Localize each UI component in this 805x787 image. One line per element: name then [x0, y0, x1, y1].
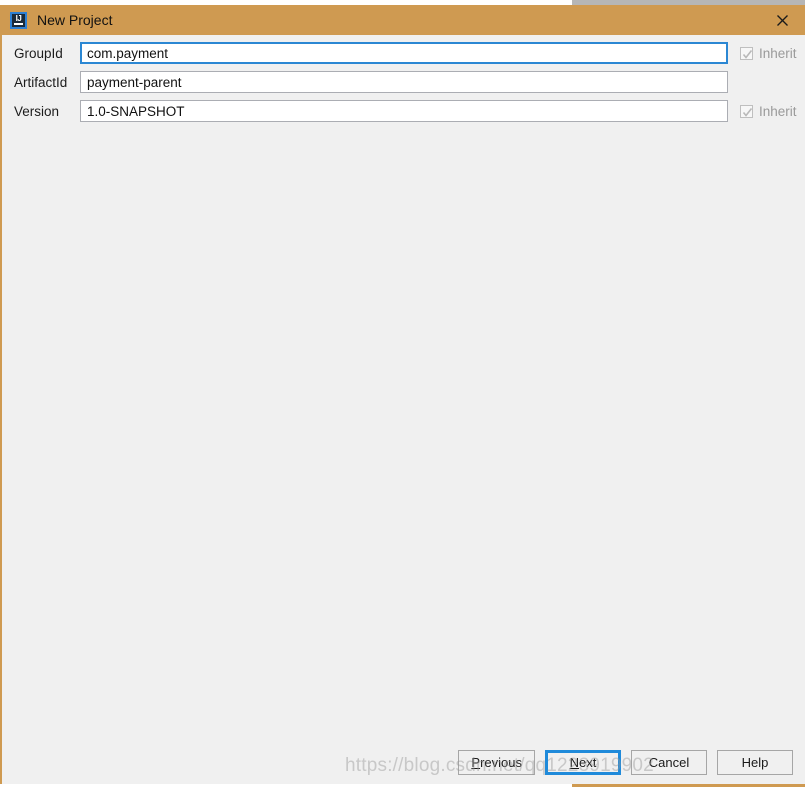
form-row-artifactid: ArtifactId Inherit — [2, 71, 805, 93]
checkmark-icon — [742, 107, 753, 117]
version-label: Version — [14, 103, 60, 119]
intellij-idea-icon-letters: IJ — [15, 13, 22, 23]
version-inherit-checkbox[interactable] — [740, 104, 753, 118]
groupid-inherit-group[interactable]: Inherit — [740, 46, 797, 61]
groupid-inherit-label: Inherit — [759, 45, 797, 61]
version-inherit-label: Inherit — [759, 103, 797, 119]
version-inherit-group[interactable]: Inherit — [740, 104, 797, 119]
groupid-label: GroupId — [14, 45, 63, 61]
previous-button[interactable]: Previous — [458, 750, 535, 775]
checkmark-icon — [742, 49, 753, 59]
dialog-button-bar: Previous Next Cancel Help — [458, 750, 793, 775]
close-icon — [776, 14, 788, 26]
groupid-input[interactable] — [80, 42, 728, 64]
new-project-dialog: IJ New Project GroupId Inherit — [0, 5, 805, 787]
previous-button-mnemonic: P — [471, 755, 481, 770]
next-button[interactable]: Next — [545, 750, 621, 775]
intellij-idea-icon: IJ — [10, 11, 27, 29]
intellij-idea-icon-bar — [14, 22, 23, 25]
cancel-button[interactable]: Cancel — [631, 750, 707, 775]
version-input[interactable] — [80, 100, 728, 122]
dialog-title: New Project — [37, 12, 113, 28]
close-button[interactable] — [759, 5, 805, 35]
next-button-label: ext — [579, 755, 597, 770]
dialog-titlebar: IJ New Project — [2, 5, 805, 35]
help-button[interactable]: Help — [717, 750, 793, 775]
artifactid-input[interactable] — [80, 71, 728, 93]
groupid-inherit-checkbox[interactable] — [740, 46, 753, 60]
artifactid-label: ArtifactId — [14, 74, 68, 90]
previous-button-label: revious — [480, 755, 522, 770]
form-row-groupid: GroupId Inherit — [2, 42, 805, 64]
form-row-version: Version Inherit — [2, 100, 805, 122]
dialog-content: GroupId Inherit ArtifactId Inherit Versi… — [2, 35, 805, 787]
next-button-mnemonic: N — [569, 755, 580, 770]
